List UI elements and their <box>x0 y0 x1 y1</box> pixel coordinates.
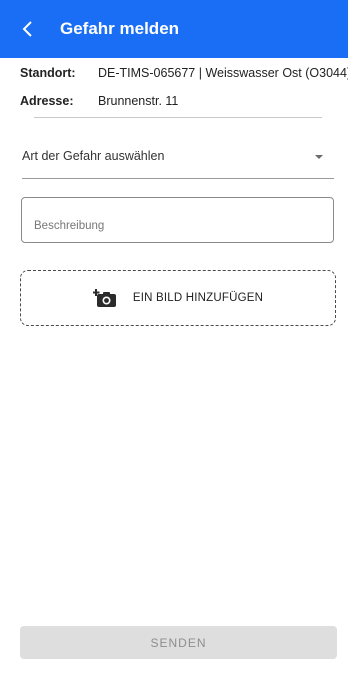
adresse-label: Adresse: <box>20 94 74 108</box>
hazard-type-select[interactable]: Art der Gefahr auswählen <box>22 143 334 179</box>
hazard-type-select-value: Art der Gefahr auswählen <box>22 149 165 163</box>
description-placeholder: Beschreibung <box>34 220 105 232</box>
send-button[interactable]: SENDEN <box>20 626 337 659</box>
app-bar: Gefahr melden <box>0 0 348 58</box>
adresse-value: Brunnenstr. 11 <box>98 94 179 108</box>
divider <box>34 117 322 118</box>
add-photo-label: EIN BILD HINZUFÜGEN <box>132 292 264 304</box>
add-camera-icon <box>92 287 119 309</box>
standort-label: Standort: <box>20 66 76 80</box>
back-button[interactable] <box>0 0 56 58</box>
standort-value: DE-TIMS-065677 | Weisswasser Ost (O3044) <box>98 66 348 80</box>
page-title: Gefahr melden <box>60 19 180 38</box>
chevron-left-icon <box>22 21 32 37</box>
dropdown-arrow-icon <box>315 155 323 159</box>
add-photo-button[interactable]: EIN BILD HINZUFÜGEN <box>20 270 336 326</box>
send-button-label: SENDEN <box>150 635 207 650</box>
description-field[interactable]: Beschreibung <box>21 197 334 243</box>
